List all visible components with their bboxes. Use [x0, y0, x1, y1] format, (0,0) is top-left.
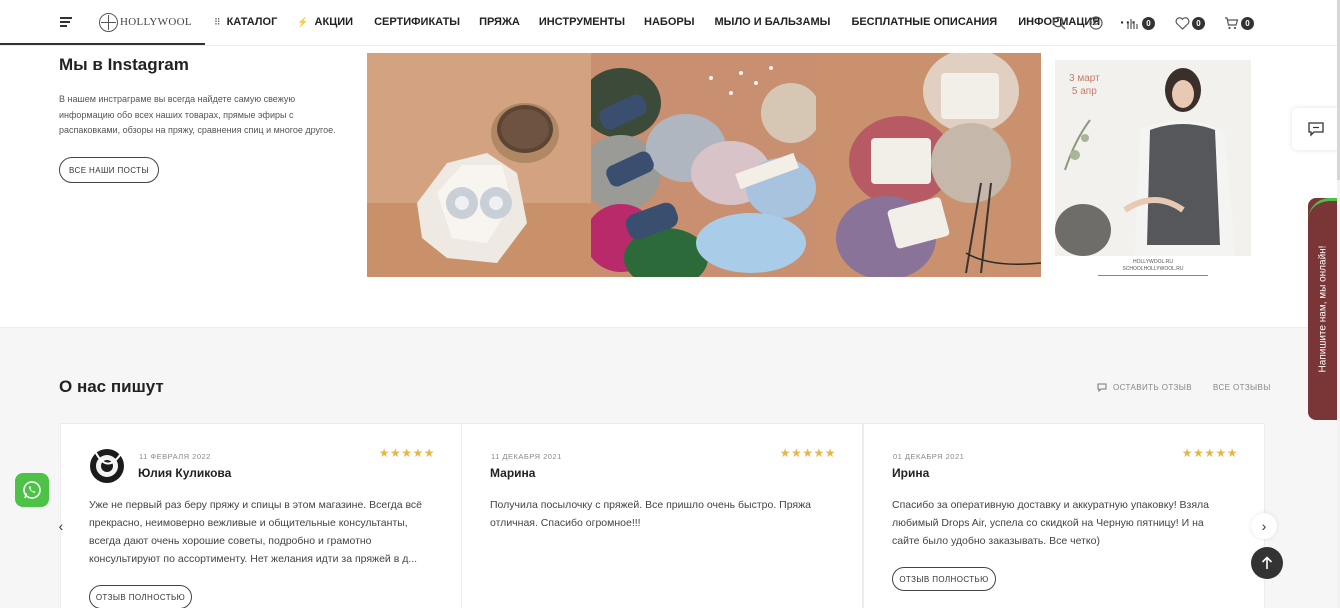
full-review-button[interactable]: ОТЗЫВ ПОЛНОСТЬЮ	[892, 567, 996, 591]
whatsapp-button[interactable]	[15, 473, 49, 507]
instagram-photo-1[interactable]	[367, 53, 591, 277]
poster-caption: HOLLYWOOL.RU SCHOOLHOLLYWOOL.RU	[1047, 259, 1259, 276]
instagram-description: В нашем инстраграме вы всегда найдете са…	[59, 94, 336, 135]
logo-mark-icon	[99, 12, 118, 32]
header-active-underline	[0, 43, 205, 45]
favorites-button[interactable]: 0	[1175, 14, 1205, 32]
online-indicator	[1308, 198, 1338, 228]
reviews-title: О нас пишут	[59, 377, 164, 396]
review-author: Ирина	[892, 466, 930, 480]
main-nav: ⠿ КАТАЛОГ ⚡ АКЦИИ СЕРТИФИКАТЫ ПРЯЖА ИНСТ…	[214, 15, 1137, 29]
comment-icon	[1097, 383, 1107, 392]
instagram-title: Мы в Instagram	[59, 55, 189, 74]
nav-item-free-patterns[interactable]: БЕСПЛАТНЫЕ ОПИСАНИЯ	[851, 16, 997, 28]
instagram-photo-4[interactable]: 3 март 5 апр HOLLYWOOL.RU SCHOOLHOLLYWOO…	[1047, 53, 1259, 277]
favorites-count-badge: 0	[1192, 16, 1205, 30]
header-icons: 0 0 0	[1052, 14, 1254, 32]
header: HOLLYWOOL ⠿ КАТАЛОГ ⚡ АКЦИИ СЕРТИФИКАТЫ …	[0, 0, 1340, 46]
instagram-photo-3[interactable]	[816, 53, 1041, 277]
grid-dots-icon: ⠿	[214, 16, 221, 27]
online-chat-label: Напишите нам, мы онлайн!	[1317, 245, 1329, 373]
lightning-icon: ⚡	[297, 16, 309, 27]
review-author: Юлия Куликова	[138, 466, 232, 480]
carousel-prev-button[interactable]: ‹	[48, 513, 74, 539]
arrow-up-icon	[1261, 556, 1273, 569]
online-chat-tab[interactable]: Напишите нам, мы онлайн!	[1308, 198, 1338, 420]
review-text: Уже не первый раз беру пряжу и спицы в э…	[89, 499, 423, 565]
avatar	[88, 443, 126, 489]
chat-widget-button[interactable]	[1292, 108, 1340, 150]
instagram-photo-2[interactable]	[591, 53, 816, 277]
star-rating: ★★★★★	[1181, 446, 1238, 460]
review-text: Спасибо за оперативную доставку и аккура…	[892, 499, 1210, 547]
nav-item-yarn[interactable]: ПРЯЖА	[479, 16, 520, 28]
review-date: 11 ФЕВРАЛЯ 2022	[139, 452, 211, 461]
review-card: 01 ДЕКАБРЯ 2021 Ирина ★★★★★ Спасибо за о…	[863, 423, 1265, 608]
all-reviews-link[interactable]: ВСЕ ОТЗЫВЫ	[1213, 383, 1271, 392]
nav-item-catalog[interactable]: ⠿ КАТАЛОГ	[214, 16, 277, 28]
search-icon[interactable]	[1052, 14, 1066, 32]
full-review-button[interactable]: ОТЗЫВ ПОЛНОСТЬЮ	[89, 585, 192, 608]
cart-button[interactable]: 0	[1224, 14, 1254, 32]
cart-count-badge: 0	[1241, 16, 1254, 30]
whatsapp-icon	[23, 481, 41, 499]
scroll-top-button[interactable]	[1251, 547, 1283, 579]
cart-icon	[1225, 17, 1239, 30]
account-icon[interactable]	[1089, 14, 1103, 32]
compare-button[interactable]: 0	[1126, 14, 1155, 32]
chevron-right-icon: ›	[1261, 518, 1267, 534]
review-date: 11 ДЕКАБРЯ 2021	[491, 452, 562, 461]
chat-icon	[1308, 121, 1324, 137]
chevron-left-icon: ‹	[58, 518, 64, 534]
review-text: Получила посылочку с пряжей. Все пришло …	[490, 499, 811, 529]
review-card: 11 ДЕКАБРЯ 2021 Марина ★★★★★ Получила по…	[461, 423, 863, 608]
logo-text: HOLLYWOOL	[120, 16, 192, 28]
star-rating: ★★★★★	[378, 446, 435, 460]
nav-item-sales[interactable]: ⚡ АКЦИИ	[297, 16, 353, 28]
logo[interactable]: HOLLYWOOL	[99, 12, 192, 32]
leave-review-link[interactable]: ОСТАВИТЬ ОТЗЫВ	[1097, 383, 1192, 392]
nav-item-certificates[interactable]: СЕРТИФИКАТЫ	[374, 16, 460, 28]
star-rating: ★★★★★	[779, 446, 836, 460]
review-author: Марина	[490, 466, 536, 480]
compare-count-badge: 0	[1142, 16, 1155, 30]
heart-icon	[1175, 16, 1190, 30]
nav-item-soap[interactable]: МЫЛО И БАЛЬЗАМЫ	[715, 16, 831, 28]
nav-item-kits[interactable]: НАБОРЫ	[644, 16, 694, 28]
review-card: 11 ФЕВРАЛЯ 2022 Юлия Куликова ★★★★★ Уже …	[60, 423, 462, 608]
compare-icon	[1127, 19, 1138, 29]
review-date: 01 ДЕКАБРЯ 2021	[893, 452, 965, 461]
all-posts-button[interactable]: ВСЕ НАШИ ПОСТЫ	[59, 157, 159, 183]
nav-item-tools[interactable]: ИНСТРУМЕНТЫ	[539, 16, 625, 28]
poster-dates: 3 март 5 апр	[1069, 73, 1100, 97]
carousel-next-button[interactable]: ›	[1251, 513, 1277, 539]
menu-icon[interactable]	[60, 17, 72, 28]
